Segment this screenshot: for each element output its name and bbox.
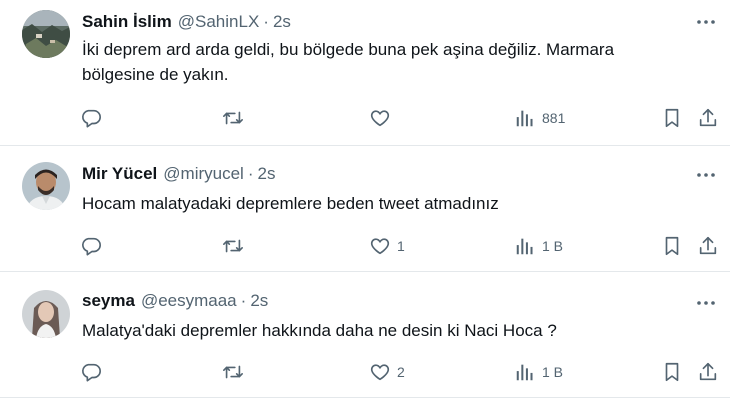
more-options-button[interactable] — [694, 12, 718, 32]
reply-icon — [82, 237, 101, 256]
tweet-text: Malatya'daki depremler hakkında daha ne … — [82, 321, 557, 340]
more-options-button[interactable] — [694, 293, 718, 313]
like-button[interactable]: 2 — [369, 360, 405, 384]
avatar[interactable] — [22, 10, 70, 58]
tweet[interactable]: Mir Yücel @miryucel · 2s Hocam malatyada… — [0, 146, 730, 272]
bookmark-icon — [665, 362, 679, 382]
view-count: 1 B — [542, 364, 564, 380]
retweet-button[interactable] — [221, 360, 245, 384]
bookmark-button[interactable] — [661, 234, 683, 258]
views-button[interactable]: 1 B — [514, 360, 563, 384]
reply-icon — [82, 109, 101, 128]
retweet-icon — [223, 239, 243, 253]
share-icon — [699, 362, 717, 381]
reply-button[interactable] — [80, 360, 102, 384]
reply-button[interactable] — [80, 106, 102, 130]
author-handle[interactable]: @miryucel — [163, 164, 244, 184]
view-count: 881 — [542, 110, 566, 126]
retweet-icon — [223, 365, 243, 379]
tweet-text: İki deprem ard arda geldi, bu bölgede bu… — [82, 40, 615, 84]
like-icon — [370, 238, 390, 255]
share-icon — [699, 236, 717, 255]
like-icon — [370, 364, 390, 381]
more-icon — [697, 173, 715, 177]
timestamp[interactable]: 2s — [250, 291, 268, 311]
share-button[interactable] — [697, 234, 719, 258]
separator-dot: · — [247, 164, 254, 183]
tweet-header: Mir Yücel @miryucel · 2s — [82, 163, 275, 185]
views-icon — [516, 110, 533, 127]
views-button[interactable]: 881 — [514, 106, 565, 130]
bookmark-button[interactable] — [661, 106, 683, 130]
author-handle[interactable]: @SahinLX — [178, 12, 260, 32]
tweet[interactable]: Sahin İslim @SahinLX · 2s İki deprem ard… — [0, 0, 730, 146]
action-bar: 881 — [0, 106, 730, 130]
like-button[interactable] — [369, 106, 397, 130]
like-count: 1 — [397, 238, 405, 254]
author-handle[interactable]: @eesymaaa — [141, 291, 237, 311]
action-bar: 2 1 B — [0, 360, 730, 384]
tweet-header: Sahin İslim @SahinLX · 2s — [82, 11, 291, 33]
retweet-button[interactable] — [221, 234, 245, 258]
avatar[interactable] — [22, 162, 70, 210]
bookmark-icon — [665, 236, 679, 256]
author-name[interactable]: seyma — [82, 291, 135, 311]
tweet-text: Hocam malatyadaki depremlere beden tweet… — [82, 194, 499, 213]
reply-feed: Sahin İslim @SahinLX · 2s İki deprem ard… — [0, 0, 730, 420]
separator-dot: · — [263, 12, 269, 31]
author-name[interactable]: Sahin İslim — [82, 12, 172, 32]
share-button[interactable] — [697, 360, 719, 384]
more-icon — [697, 301, 715, 305]
avatar[interactable] — [22, 290, 70, 338]
tweet-header: seyma @eesymaaa · 2s — [82, 290, 268, 312]
reply-button[interactable] — [80, 234, 102, 258]
tweet[interactable]: seyma @eesymaaa · 2s Malatya'daki deprem… — [0, 272, 730, 398]
like-button[interactable]: 1 — [369, 234, 405, 258]
views-button[interactable]: 1 B — [514, 234, 563, 258]
more-options-button[interactable] — [694, 165, 718, 185]
share-icon — [699, 108, 717, 127]
more-icon — [697, 20, 715, 24]
bookmark-icon — [665, 108, 679, 128]
retweet-button[interactable] — [221, 106, 245, 130]
share-button[interactable] — [697, 106, 719, 130]
action-bar: 1 1 B — [0, 234, 730, 258]
timestamp[interactable]: 2s — [273, 12, 291, 32]
author-name[interactable]: Mir Yücel — [82, 164, 157, 184]
view-count: 1 B — [542, 238, 564, 254]
reply-icon — [82, 363, 101, 382]
timestamp[interactable]: 2s — [258, 164, 276, 184]
bookmark-button[interactable] — [661, 360, 683, 384]
like-count: 2 — [397, 364, 405, 380]
separator-dot: · — [240, 291, 247, 310]
views-icon — [516, 238, 533, 255]
views-icon — [516, 364, 533, 381]
retweet-icon — [223, 111, 243, 125]
like-icon — [370, 110, 390, 127]
